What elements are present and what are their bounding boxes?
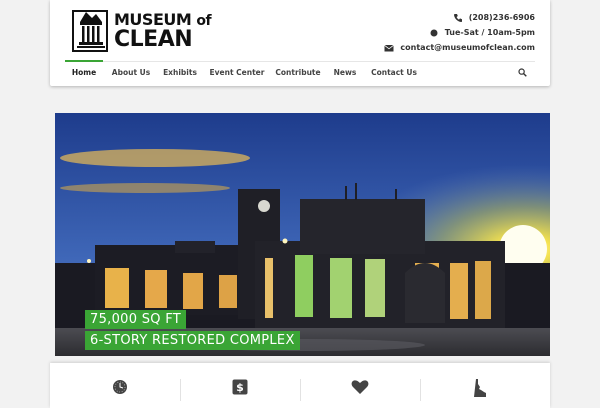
- nav-item-event-center[interactable]: Event Center: [209, 62, 265, 84]
- site-header: MUSEUM of CLEAN (208)236-6906 Tue-Sat / …: [50, 0, 550, 86]
- contact-hours: Tue-Sat / 10am-5pm: [444, 28, 535, 37]
- nav-item-contribute[interactable]: Contribute: [275, 62, 321, 84]
- phone-icon: [453, 13, 462, 22]
- site-logo[interactable]: MUSEUM of CLEAN: [72, 6, 212, 56]
- hero-banner[interactable]: 75,000 SQ FT 6-STORY RESTORED COMPLEX: [55, 113, 550, 356]
- logo-of-text: of: [196, 12, 212, 29]
- heart-icon: [351, 380, 369, 394]
- contact-hours-row: Tue-Sat / 10am-5pm: [384, 25, 535, 40]
- svg-text:$: $: [236, 381, 244, 394]
- contact-phone-row[interactable]: (208)236-6906: [384, 10, 535, 25]
- envelope-icon: [384, 44, 395, 51]
- hero-caption-size: 75,000 SQ FT: [85, 310, 187, 329]
- nav-item-about-us[interactable]: About Us: [111, 62, 151, 84]
- feature-admission[interactable]: $: [180, 363, 300, 408]
- feature-location[interactable]: [420, 363, 540, 408]
- feature-donate[interactable]: [300, 363, 420, 408]
- nav-item-news[interactable]: News: [331, 62, 359, 84]
- contact-info: (208)236-6906 Tue-Sat / 10am-5pm contact…: [384, 10, 535, 55]
- nav-item-contact-us[interactable]: Contact Us: [369, 62, 419, 84]
- feature-hours[interactable]: [60, 363, 180, 408]
- dollar-icon: $: [232, 379, 248, 395]
- clock-icon: [113, 380, 127, 394]
- contact-email[interactable]: contact@museumofclean.com: [400, 40, 535, 55]
- nav-item-exhibits[interactable]: Exhibits: [161, 62, 199, 84]
- logo-clean-text: CLEAN: [114, 26, 193, 52]
- feature-strip: $: [50, 363, 550, 408]
- contact-phone[interactable]: (208)236-6906: [469, 10, 535, 25]
- logo-museum-text: MUSEUM: [114, 9, 192, 29]
- museum-column-logo-icon: [72, 10, 108, 52]
- clock-dot-icon: [430, 29, 438, 36]
- main-nav: Home About Us Exhibits Event Center Cont…: [65, 60, 535, 84]
- idaho-state-icon: [474, 379, 486, 397]
- hero-caption-complex: 6-STORY RESTORED COMPLEX: [85, 331, 300, 350]
- search-icon[interactable]: [518, 68, 527, 77]
- logo-wordmark: MUSEUM of CLEAN: [114, 9, 212, 52]
- contact-email-row[interactable]: contact@museumofclean.com: [384, 40, 535, 55]
- nav-item-home[interactable]: Home: [65, 60, 103, 84]
